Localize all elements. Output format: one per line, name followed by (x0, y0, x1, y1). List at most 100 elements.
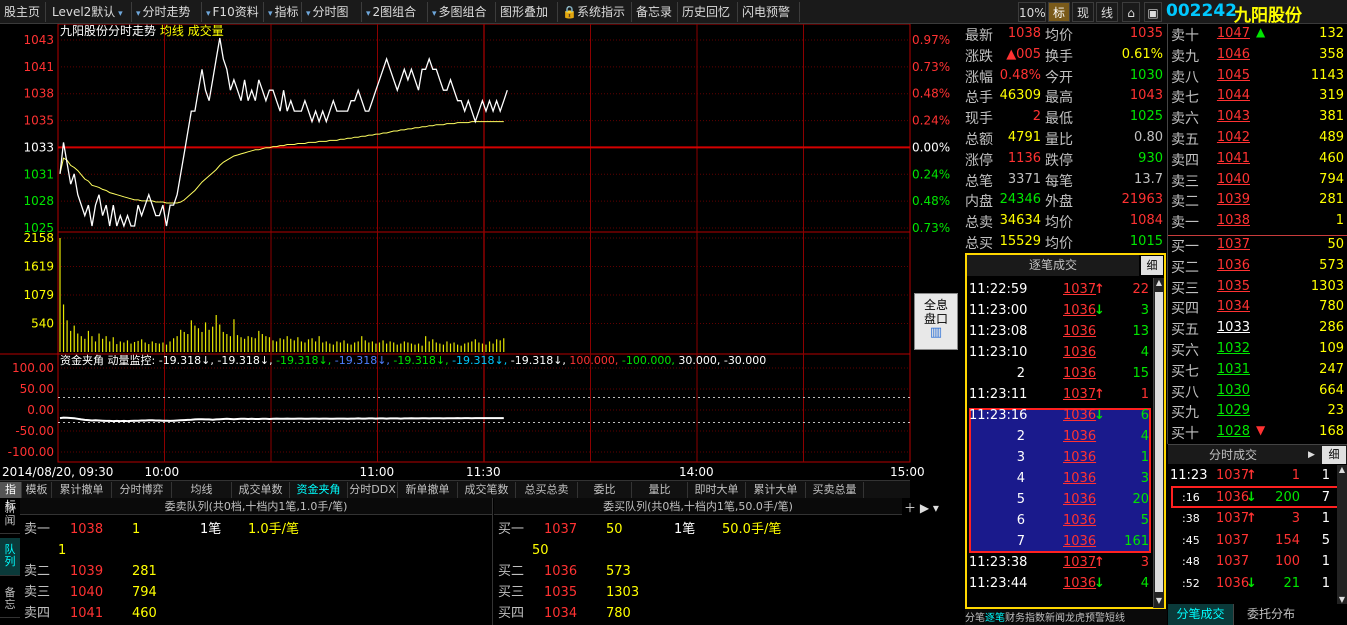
toolbar-history[interactable]: 历史回忆 (678, 2, 738, 22)
chart-tab[interactable]: 分时博弈 (112, 482, 172, 498)
window-restore-icon[interactable]: ⌂ (1122, 2, 1140, 22)
fenbi-scrollbar[interactable]: ▲ ▼ (1337, 465, 1347, 604)
level-price: 1029 (1216, 403, 1250, 419)
toolbar-memo[interactable]: 备忘录 (632, 2, 678, 22)
chart-tab[interactable]: 资金夹角 (290, 482, 348, 498)
toolbar-sysind[interactable]: 🔒系统指示 (558, 2, 632, 22)
tick-row[interactable]: 11:23:00 1036 ↓ 3 (969, 300, 1157, 321)
chart-tab[interactable]: 模板 (22, 482, 52, 498)
dropdown-arrow-icon[interactable]: ▾ (933, 501, 939, 515)
chart-tab[interactable]: 量比 (632, 482, 688, 498)
tick-bottom-tab[interactable]: 龙虎 (1065, 613, 1085, 624)
play-right-icon[interactable]: ▶ (920, 501, 929, 515)
chart-tab[interactable]: 新单撤单 (398, 482, 458, 498)
tick-bottom-tab[interactable]: 分笔 (965, 613, 985, 624)
queue-row: 买三 1035 1303 (496, 582, 936, 603)
tick-bottom-tab[interactable]: 逐笔 (985, 613, 1005, 624)
tick-row[interactable]: 11:22:59 1037 ↑ 22 (969, 279, 1157, 300)
fenbi-row[interactable]: :38 1037 ↑ 3 1 (1168, 508, 1347, 529)
tick-row[interactable]: 11:23:38 1037 ↑ 3 (969, 552, 1157, 573)
tick-bottom-tab[interactable]: 新闻 (1045, 613, 1065, 624)
fenbi-row[interactable]: :48 1037 100 1 (1168, 551, 1347, 572)
quote-value: 46309 (999, 88, 1041, 104)
chart-tab[interactable]: 委比 (578, 482, 632, 498)
tick-scrollbar[interactable]: ▲ ▼ (1153, 278, 1164, 608)
fenbi-price: 1037 (1216, 532, 1250, 548)
chart-tab[interactable]: 指标 (0, 482, 22, 512)
tick-bottom-tab[interactable]: 短线 (1105, 613, 1125, 624)
fenbi-row[interactable]: :45 1037 154 5 (1168, 530, 1347, 551)
toolbar-overlay[interactable]: 图形叠加 (496, 2, 558, 22)
tick-detail-button[interactable]: 细 (1141, 256, 1163, 275)
view-tab-line[interactable]: 线 (1096, 2, 1118, 22)
toolbar-f10[interactable]: ▾ F10资料 (202, 2, 264, 22)
tab-order-distribution[interactable]: 委托分布 (1236, 604, 1306, 625)
tick-bottom-tab[interactable]: 财务 (1005, 613, 1025, 624)
tick-row[interactable]: 11:23:44 1036 ↓ 4 (969, 573, 1157, 594)
side-tab-memo[interactable]: 备忘 (0, 582, 20, 618)
tick-row[interactable]: 11:23:16 1036 ↓ 6 (969, 405, 1157, 426)
chart-tab[interactable]: 均线 (172, 482, 232, 498)
toolbar-intraday[interactable]: ▾ 分时走势 (132, 2, 202, 22)
full-info-button[interactable]: 全息盘口 ▥ (914, 293, 958, 350)
tick-row[interactable]: 2 1036 15 (969, 363, 1157, 384)
view-tab-standard[interactable]: 标 (1048, 2, 1070, 22)
quote-label: 外盘 (1045, 194, 1073, 211)
chart-tab[interactable]: 累计大单 (746, 482, 806, 498)
tab-fenbi-trades[interactable]: 分笔成交 (1168, 604, 1234, 625)
fenbi-count: 1 (1321, 575, 1330, 591)
tick-volume: 3 (1140, 303, 1149, 318)
tick-price: 1036 (1063, 450, 1097, 465)
chart-tab[interactable]: 成交笔数 (458, 482, 516, 498)
toolbar-multichart[interactable]: ▾ 多图组合 (428, 2, 496, 22)
chart-tab[interactable]: 分时DDX (348, 482, 398, 498)
queue-price: 1037 (544, 522, 578, 537)
play-right-icon[interactable]: ▶ (1308, 445, 1315, 465)
toolbar-indicator[interactable]: ▾ 指标 (264, 2, 302, 22)
zoom-level[interactable]: 10% (1018, 2, 1046, 22)
toolbar-level2[interactable]: Level2默认 ▾ (48, 2, 132, 22)
tick-volume: 6 (1140, 408, 1149, 423)
toolbar-timechart[interactable]: ▾ 分时图 (302, 2, 362, 22)
plus-icon[interactable]: ＋ (904, 501, 916, 515)
scroll-up-icon[interactable]: ▲ (1154, 278, 1164, 290)
queue-level-label: 买四 (498, 606, 525, 621)
tick-bottom-tab[interactable]: 指数 (1025, 613, 1045, 624)
chart-tab[interactable]: 成交单数 (232, 482, 290, 498)
level-price: 1036 (1216, 257, 1250, 273)
window-panel-icon[interactable]: ▣ (1144, 2, 1162, 22)
indicator-value: 30.000, (678, 354, 724, 367)
view-tab-current[interactable]: 现 (1072, 2, 1094, 22)
tick-by-tick-panel[interactable]: 逐笔成交 细 11:22:59 1037 ↑ 22 11:23:00 1036 ↓ 3 11:2… (965, 253, 1166, 609)
scroll-thumb[interactable] (1155, 292, 1163, 592)
tick-row[interactable]: 11:23:11 1037 ↑ 1 (969, 384, 1157, 405)
toolbar-home[interactable]: 股主页 (0, 2, 46, 22)
chart-tab[interactable]: 累计撤单 (52, 482, 112, 498)
tick-row[interactable]: 11:23:08 1036 13 (969, 321, 1157, 342)
queue-level-label: 买二 (498, 564, 525, 579)
tick-row[interactable]: 2 1036 4 (969, 426, 1157, 447)
toolbar-2chart[interactable]: ▾ 2图组合 (362, 2, 428, 22)
tick-row[interactable]: 5 1036 20 (969, 489, 1157, 510)
fenbi-detail-button[interactable]: 细 (1322, 446, 1346, 464)
chart-tab[interactable]: 买卖总量 (806, 482, 864, 498)
fenbi-row[interactable]: 11:23 1037 ↑ 1 1 (1168, 465, 1347, 486)
side-tab-queue[interactable]: 队列 (0, 538, 20, 576)
chart-tab[interactable]: 即时大单 (688, 482, 746, 498)
scroll-down-icon[interactable]: ▼ (1337, 595, 1347, 604)
tick-row[interactable]: 7 1036 161 (969, 531, 1157, 552)
toolbar-alert[interactable]: 闪电预警 (738, 2, 800, 22)
side-tab-news[interactable]: 新闻 (0, 498, 20, 534)
scroll-up-icon[interactable]: ▲ (1337, 465, 1347, 474)
chart-tab[interactable]: 总买总卖 (516, 482, 578, 498)
fenbi-row[interactable]: :52 1036 ↓ 21 1 (1168, 573, 1347, 594)
tick-bottom-tab[interactable]: 预警 (1085, 613, 1105, 624)
tick-row[interactable]: 4 1036 3 (969, 468, 1157, 489)
tick-row[interactable]: 6 1036 5 (969, 510, 1157, 531)
scroll-down-icon[interactable]: ▼ (1154, 596, 1164, 608)
tick-bottom-tabs: 分笔逐笔财务指数新闻龙虎预警短线 (965, 609, 1167, 625)
tick-row[interactable]: 3 1036 1 (969, 447, 1157, 468)
tick-row[interactable]: 11:23:10 1036 4 (969, 342, 1157, 363)
buy-queue-header: 委买队列(共0档,十档内1笔,50.0手/笔) (494, 498, 902, 515)
intraday-chart[interactable]: 1043104110381035103310311028102521581619… (0, 24, 962, 480)
